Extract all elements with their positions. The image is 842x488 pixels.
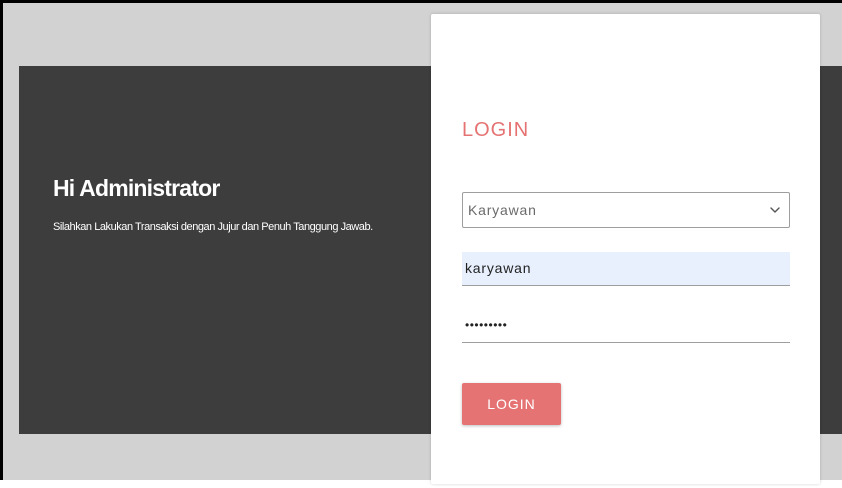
- role-select-value: Karyawan: [468, 202, 537, 218]
- welcome-title: Hi Administrator: [53, 175, 220, 201]
- login-title: LOGIN: [462, 119, 530, 141]
- login-card: LOGIN Karyawan karyawan ••••••••• LOGIN: [431, 14, 820, 484]
- login-button[interactable]: LOGIN: [462, 383, 561, 425]
- chevron-down-icon: [770, 207, 780, 213]
- username-input[interactable]: karyawan: [462, 252, 790, 286]
- password-input[interactable]: •••••••••: [462, 309, 790, 343]
- role-select[interactable]: Karyawan: [462, 192, 790, 228]
- welcome-message: Silahkan Lakukan Transaksi dengan Jujur …: [53, 221, 373, 233]
